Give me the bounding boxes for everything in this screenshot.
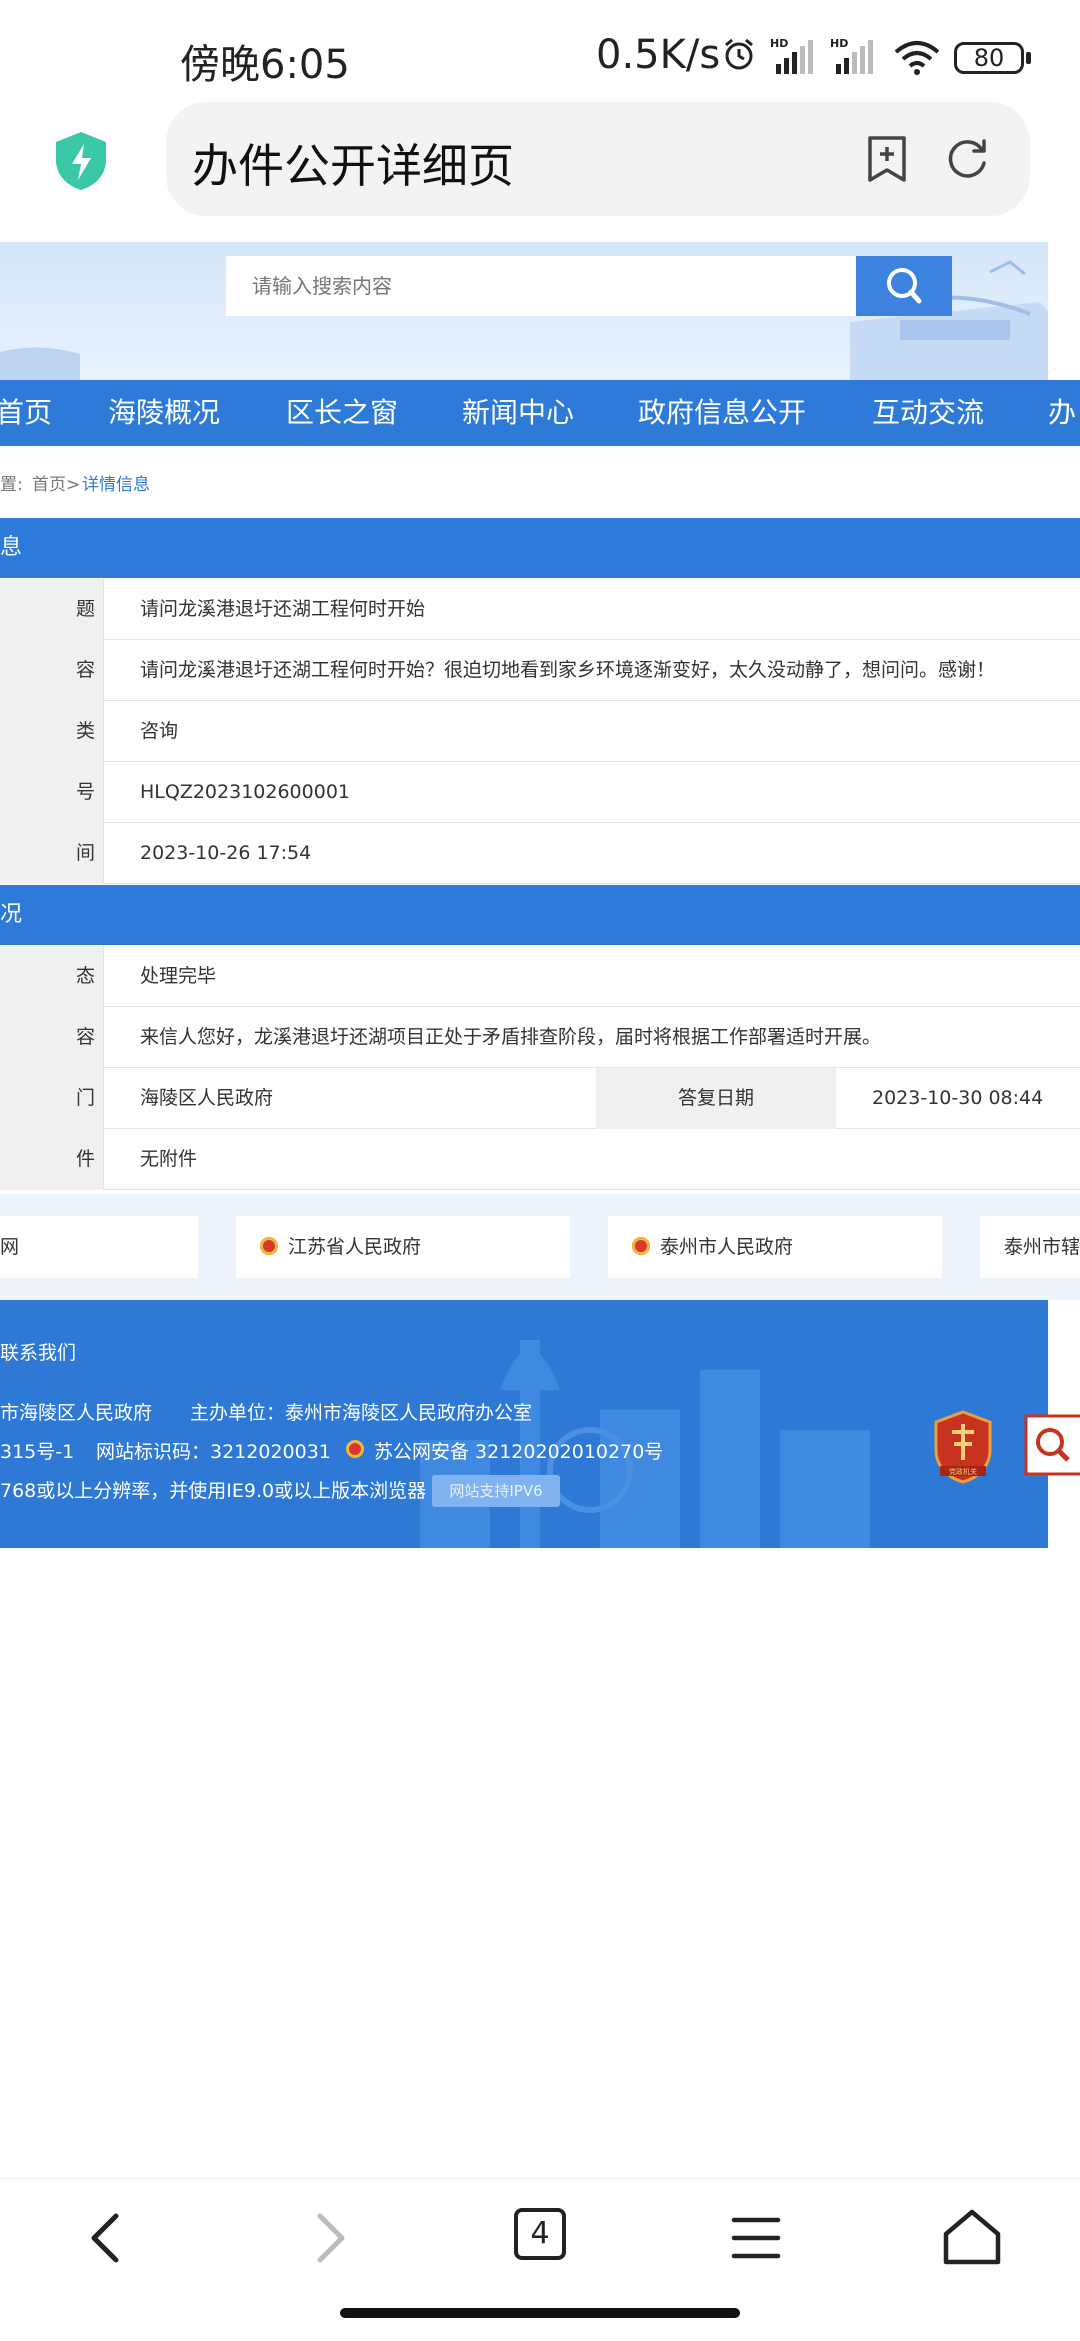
row-label: 门 <box>0 1068 104 1129</box>
link-label: 网 <box>0 1236 20 1258</box>
home-icon[interactable] <box>940 2206 1004 2270</box>
row-label: 件 <box>0 1129 104 1190</box>
police-badge-icon <box>346 1440 364 1458</box>
refresh-icon[interactable] <box>944 136 990 182</box>
row-label: 容 <box>0 1007 104 1068</box>
table-row: 容 请问龙溪港退圩还湖工程何时开始？很迫切地看到家乡环境逐渐变好，太久没动静了，… <box>0 640 1080 701</box>
breadcrumb-current: 详情信息 <box>82 475 150 495</box>
badge-text: 党政机关 <box>949 1467 977 1476</box>
row-value: 咨询 <box>140 720 179 742</box>
row-value: 请问龙溪港退圩还湖工程何时开始 <box>140 598 426 620</box>
row-value: HLQZ2023102600001 <box>140 781 350 803</box>
table-row: 间 2023-10-26 17:54 <box>0 823 1080 884</box>
table-row: 号 HLQZ2023102600001 <box>0 762 1080 823</box>
row-value: 处理完毕 <box>140 965 217 987</box>
search-icon <box>887 268 922 304</box>
row-value: 无附件 <box>140 1148 198 1170</box>
row-value: 2023-10-26 17:54 <box>140 842 312 864</box>
svg-text:HD: HD <box>770 37 788 50</box>
national-emblem-icon <box>632 1236 650 1255</box>
signal-icon: HD <box>770 37 813 74</box>
ipv6-badge: 网站支持IPV6 <box>432 1475 560 1507</box>
nav-mayor-window[interactable]: 区长之窗 <box>286 380 398 446</box>
nav-overview[interactable]: 海陵概况 <box>108 380 220 446</box>
svg-text:HD: HD <box>830 37 848 50</box>
table-row: 态 处理完毕 <box>0 946 1080 1007</box>
alarm-icon <box>725 38 753 70</box>
section-title: 息 <box>0 535 23 560</box>
battery-indicator: 80 <box>954 42 1024 74</box>
footer-browser-note: 768或以上分辨率，并使用IE9.0或以上版本浏览器 <box>0 1480 427 1502</box>
row-label: 号 <box>0 762 104 823</box>
row-label: 类 <box>0 701 104 762</box>
home-indicator[interactable] <box>340 2308 740 2318</box>
table-row: 容 来信人您好，龙溪港退圩还湖项目正处于矛盾排查阶段，届时将根据工作部署适时开展… <box>0 1007 1080 1068</box>
nav-interaction[interactable]: 互动交流 <box>872 380 984 446</box>
table-row: 题 请问龙溪港退圩还湖工程何时开始 <box>0 579 1080 640</box>
menu-icon[interactable] <box>724 2206 788 2270</box>
link-jiangsu-gov[interactable]: 江苏省人民政府 <box>236 1216 570 1278</box>
footer-site-code: 网站标识码：3212020031 <box>96 1441 331 1463</box>
row-value: 来信人您好，龙溪港退圩还湖项目正处于矛盾排查阶段，届时将根据工作部署适时开展。 <box>140 1026 882 1048</box>
footer-contact-link[interactable]: 联系我们 <box>0 1338 76 1365</box>
row-label: 容 <box>0 640 104 701</box>
status-time: 傍晚6:05 <box>180 42 350 88</box>
national-emblem-icon <box>260 1236 278 1255</box>
link-partial[interactable]: 网 <box>0 1216 198 1278</box>
page-title[interactable]: 办件公开详细页 <box>192 130 514 196</box>
table-row: 件 无附件 <box>0 1129 1080 1190</box>
letter-section-header: 息 <box>0 518 1080 578</box>
reply-date-label: 答复日期 <box>596 1068 836 1129</box>
search-button[interactable] <box>856 256 952 316</box>
tabs-button[interactable]: 4 <box>514 2208 566 2260</box>
reply-section-header: 况 <box>0 885 1080 945</box>
breadcrumb-home[interactable]: 首页> <box>32 470 80 495</box>
network-speed: 0.5K/s <box>596 32 721 78</box>
link-taizhou-gov[interactable]: 泰州市人民政府 <box>608 1216 942 1278</box>
reply-date-value: 2023-10-30 08:44 <box>872 1087 1044 1109</box>
search-input[interactable] <box>226 256 856 316</box>
party-gov-icon: 党政机关 <box>934 1410 992 1484</box>
link-label: 泰州市辖 <box>1004 1236 1080 1258</box>
security-shield-icon[interactable] <box>52 130 110 192</box>
nav-more[interactable]: 办 <box>1048 380 1076 446</box>
error-report-icon <box>1024 1414 1080 1476</box>
table-row: 门 海陵区人民政府 答复日期 2023-10-30 08:44 <box>0 1068 1080 1129</box>
row-label: 态 <box>0 946 104 1007</box>
footer-icp[interactable]: 315号-1 <box>0 1437 74 1464</box>
nav-home[interactable]: 首页 <box>0 380 52 446</box>
breadcrumb-prefix: 置: <box>0 475 23 495</box>
wifi-icon <box>894 41 940 75</box>
party-gov-badge[interactable]: 党政机关 <box>932 1410 994 1484</box>
row-value: 请问龙溪港退圩还湖工程何时开始？很迫切地看到家乡环境逐渐变好，太久没动静了，想问… <box>140 659 996 681</box>
back-icon[interactable] <box>76 2206 140 2270</box>
nav-info-disclosure[interactable]: 政府信息公开 <box>638 380 806 446</box>
add-bookmark-icon[interactable] <box>866 134 908 184</box>
table-row: 类 咨询 <box>0 701 1080 762</box>
footer-police-record[interactable]: 苏公网安备 32120202010270号 <box>374 1437 663 1464</box>
footer-organizer: 主办单位：泰州市海陵区人民政府办公室 <box>190 1402 533 1424</box>
link-label: 泰州市人民政府 <box>660 1236 794 1258</box>
row-label: 题 <box>0 579 104 640</box>
forward-icon[interactable] <box>296 2206 360 2270</box>
link-taizhou-district[interactable]: 泰州市辖 <box>980 1216 1080 1278</box>
footer-sponsor: 市海陵区人民政府 <box>0 1402 153 1424</box>
row-label: 间 <box>0 823 104 884</box>
nav-news-center[interactable]: 新闻中心 <box>462 380 574 446</box>
signal-icon-2: HD <box>830 37 873 74</box>
link-label: 江苏省人民政府 <box>288 1236 422 1258</box>
section-title: 况 <box>0 902 23 927</box>
row-value: 海陵区人民政府 <box>140 1087 274 1109</box>
gov-error-report-badge[interactable] <box>1024 1414 1080 1478</box>
battery-tip <box>1026 52 1031 64</box>
